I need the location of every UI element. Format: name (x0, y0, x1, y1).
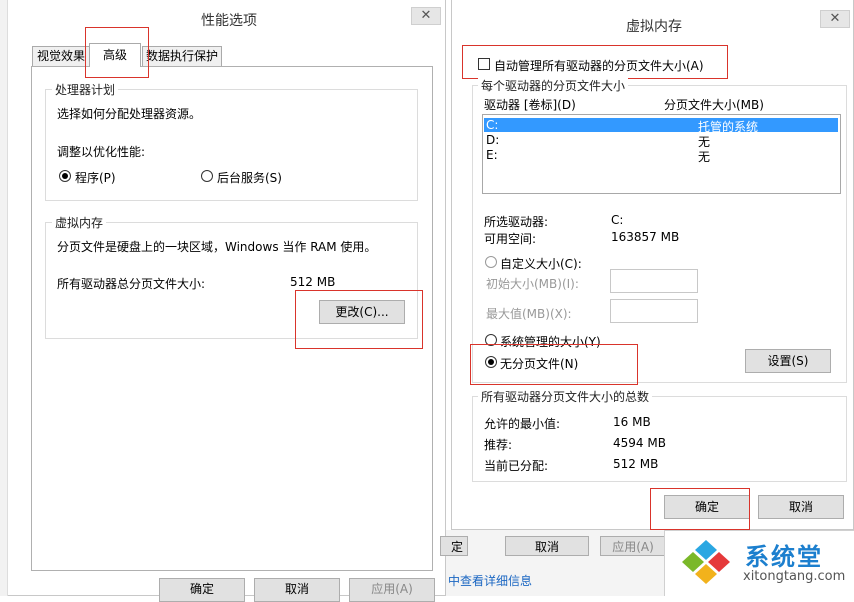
selected-drive-value: C: (611, 213, 624, 227)
initial-size-input[interactable] (610, 269, 698, 293)
selected-drive-label: 所选驱动器: (484, 215, 549, 229)
vm-cancel-button[interactable]: 取消 (758, 495, 844, 519)
free-space-value: 163857 MB (611, 230, 680, 244)
drive-row-e-size[interactable]: 无 (698, 148, 710, 165)
behind-ok-button[interactable]: 定 (440, 536, 468, 556)
watermark-badge: 系统堂 xitongtang.com (664, 530, 854, 596)
background-services-radio-label[interactable]: 后台服务(S) (217, 169, 282, 186)
performance-options-title: 性能选项 (201, 13, 257, 29)
drive-row-c[interactable]: C: (486, 118, 498, 132)
background-services-radio[interactable] (201, 170, 213, 182)
cancel-button[interactable]: 取消 (254, 578, 340, 602)
initial-size-label: 初始大小(MB)(I): (486, 277, 579, 291)
performance-options-window: 性能选项 ✕ 视觉效果 高级 数据执行保护 处理器计划 选择如何分配处理器资源。… (0, 0, 446, 602)
min-allowed-value: 16 MB (613, 415, 651, 429)
auto-manage-highlight-box (462, 45, 728, 79)
per-drive-legend: 每个驱动器的分页文件大小 (478, 77, 629, 94)
recommended-label: 推荐: (484, 438, 513, 452)
behind-details-link[interactable]: 中查看详细信息 (448, 572, 532, 589)
tab-visual-effects[interactable]: 视觉效果 (32, 46, 90, 66)
drive-column-header: 驱动器 [卷标](D) (484, 98, 576, 112)
totals-legend: 所有驱动器分页文件大小的总数 (478, 388, 653, 405)
paging-file-desc: 分页文件是硬盘上的一块区域，Windows 当作 RAM 使用。 (57, 240, 377, 254)
tab-data-execution-prevention[interactable]: 数据执行保护 (142, 46, 222, 66)
behind-cancel-button[interactable]: 取消 (505, 536, 589, 556)
tab-advanced[interactable]: 高级 (89, 43, 141, 67)
change-highlight-box (295, 290, 423, 349)
virtual-memory-window: 虚拟内存 ✕ 自动管理所有驱动器的分页文件大小(A) 每个驱动器的分页文件大小 … (451, 0, 854, 530)
recommended-value: 4594 MB (613, 436, 666, 450)
virtual-memory-title: 虚拟内存 (626, 19, 682, 35)
watermark-url: xitongtang.com (743, 569, 846, 584)
apply-button[interactable]: 应用(A) (349, 578, 435, 602)
free-space-label: 可用空间: (484, 232, 537, 246)
max-size-input[interactable] (610, 299, 698, 323)
close-icon[interactable]: ✕ (411, 7, 441, 25)
currently-allocated-value: 512 MB (613, 457, 659, 471)
min-allowed-label: 允许的最小值: (484, 417, 561, 431)
vm-ok-highlight-box (650, 488, 750, 530)
currently-allocated-label: 当前已分配: (484, 459, 549, 473)
watermark-brand: 系统堂 (745, 542, 823, 571)
ok-button[interactable]: 确定 (159, 578, 245, 602)
size-column-header: 分页文件大小(MB) (664, 98, 764, 112)
total-paging-size-label: 所有驱动器总分页文件大小: (57, 277, 206, 291)
drive-row-selected[interactable] (484, 118, 838, 132)
total-paging-size-value: 512 MB (290, 275, 336, 289)
drive-row-e[interactable]: E: (486, 148, 498, 162)
windows-logo-icon (680, 537, 732, 584)
adjust-for-label: 调整以优化性能: (57, 145, 146, 159)
virtual-memory-legend: 虚拟内存 (52, 214, 107, 231)
custom-size-label[interactable]: 自定义大小(C): (500, 255, 582, 272)
background-window-edge (0, 0, 8, 596)
processor-scheduling-desc: 选择如何分配处理器资源。 (57, 107, 202, 121)
close-icon[interactable]: ✕ (820, 10, 850, 28)
programs-radio-label[interactable]: 程序(P) (75, 169, 116, 186)
processor-scheduling-legend: 处理器计划 (52, 81, 119, 98)
no-paging-highlight-box (470, 344, 638, 385)
behind-apply-button[interactable]: 应用(A) (600, 536, 666, 556)
drive-row-d[interactable]: D: (486, 133, 499, 147)
custom-size-radio[interactable] (485, 256, 497, 268)
set-button[interactable]: 设置(S) (745, 349, 831, 373)
max-size-label: 最大值(MB)(X): (486, 307, 572, 321)
programs-radio[interactable] (59, 170, 71, 182)
